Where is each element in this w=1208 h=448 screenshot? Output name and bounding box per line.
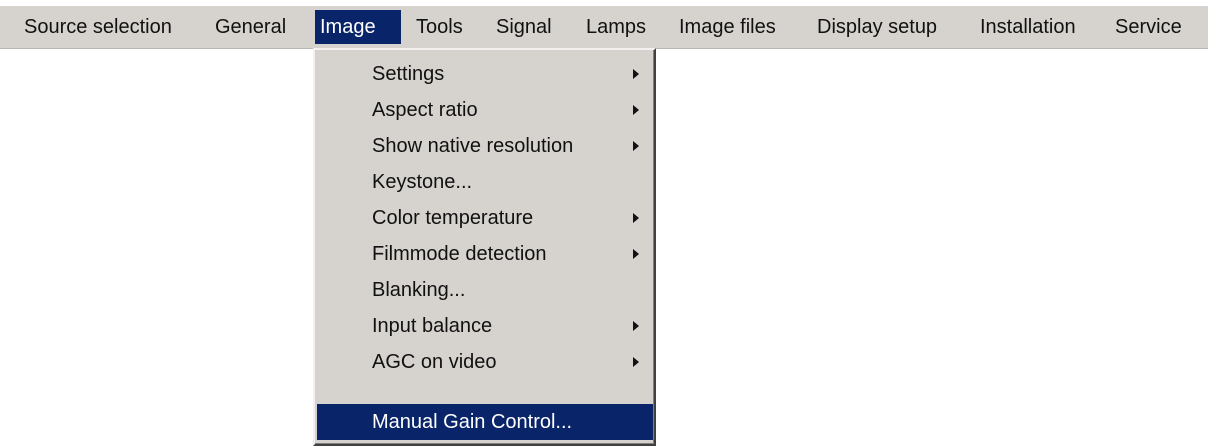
menu-item-manual-gain-control[interactable]: Manual Gain Control... xyxy=(317,404,653,440)
menu-item-keystone[interactable]: Keystone... xyxy=(317,164,653,200)
menu-image[interactable]: Image xyxy=(315,10,401,44)
screen: Source selection General Image Tools Sig… xyxy=(0,0,1208,448)
menu-item-label: Filmmode detection xyxy=(372,243,547,265)
menu-installation[interactable]: Installation xyxy=(975,10,1081,44)
menu-item-label: Blanking... xyxy=(372,279,466,301)
menu-item-label: Manual Gain Control... xyxy=(372,411,573,433)
menu-lamps[interactable]: Lamps xyxy=(581,10,651,44)
menu-service[interactable]: Service xyxy=(1110,10,1187,44)
submenu-arrow-icon xyxy=(633,69,639,79)
menu-item-label: Color temperature xyxy=(372,207,534,229)
menu-item-input-balance[interactable]: Input balance xyxy=(317,308,653,344)
menu-source-selection[interactable]: Source selection xyxy=(19,10,177,44)
menu-item-color-temperature[interactable]: Color temperature xyxy=(317,200,653,236)
menu-item-blanking[interactable]: Blanking... xyxy=(317,272,653,308)
menu-general[interactable]: General xyxy=(210,10,291,44)
submenu-arrow-icon xyxy=(633,249,639,259)
menu-item-show-native-resolution[interactable]: Show native resolution xyxy=(317,128,653,164)
menu-bar: Source selection General Image Tools Sig… xyxy=(0,6,1208,49)
menu-item-label: Show native resolution xyxy=(372,135,574,157)
menu-item-label: Input balance xyxy=(372,315,493,337)
menu-item-aspect-ratio[interactable]: Aspect ratio xyxy=(317,92,653,128)
submenu-arrow-icon xyxy=(633,141,639,151)
submenu-arrow-icon xyxy=(633,213,639,223)
menu-item-label: Aspect ratio xyxy=(372,99,478,121)
menu-signal[interactable]: Signal xyxy=(491,10,557,44)
menu-item-settings[interactable]: Settings xyxy=(317,56,653,92)
submenu-arrow-icon xyxy=(633,105,639,115)
menu-item-label: Settings xyxy=(372,63,445,85)
image-menu-dropdown: Settings Aspect ratio Show native resolu… xyxy=(313,48,656,446)
menu-tools[interactable]: Tools xyxy=(411,10,468,44)
menu-image-files[interactable]: Image files xyxy=(674,10,781,44)
menu-item-agc-on-video[interactable]: AGC on video xyxy=(317,344,653,380)
menu-display-setup[interactable]: Display setup xyxy=(812,10,942,44)
submenu-arrow-icon xyxy=(633,321,639,331)
menu-item-label: AGC on video xyxy=(372,351,497,373)
submenu-arrow-icon xyxy=(633,357,639,367)
menu-item-filmmode-detection[interactable]: Filmmode detection xyxy=(317,236,653,272)
menu-item-label: Keystone... xyxy=(372,171,473,193)
